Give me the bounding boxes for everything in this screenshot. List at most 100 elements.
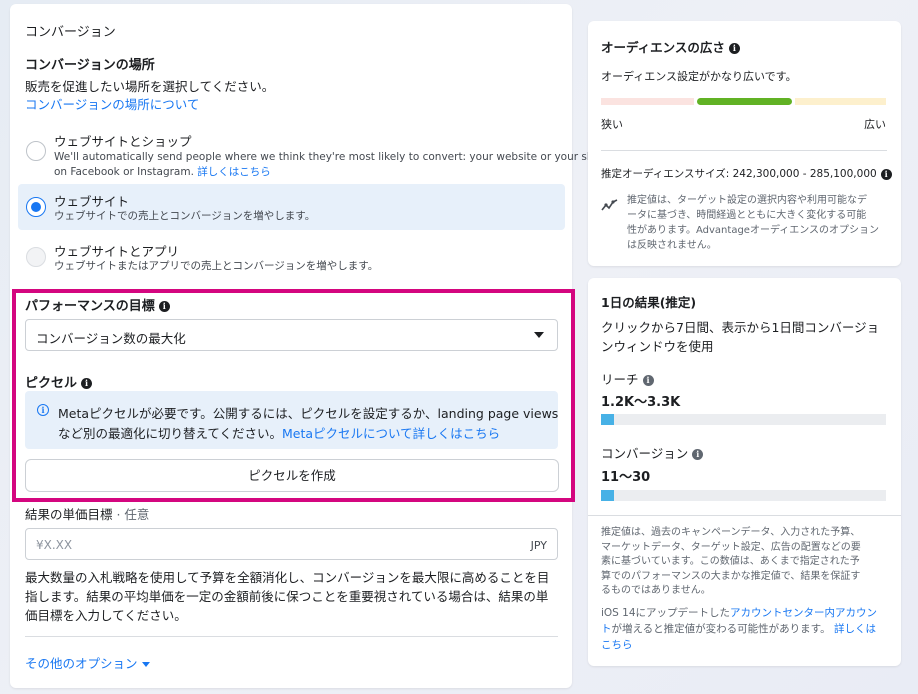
audience-status: オーディエンス設定がかなり広いです。 <box>601 70 797 83</box>
learn-more-link[interactable]: 詳しくはこちら <box>197 166 271 178</box>
pixel-learn-more-link[interactable]: Metaピクセルについて詳しくはこちら <box>282 426 500 441</box>
conversions-label: コンバージョン <box>601 446 689 461</box>
conversion-panel: コンバージョン コンバージョンの場所 販売を促進したい場所を選択してください。 … <box>10 4 607 688</box>
note-line: 素に基づいています。この数値は、あくまで指定された予 <box>601 556 860 567</box>
option-title: ウェブサイトとショップ <box>54 134 192 149</box>
pixel-notice: i Metaピクセルが必要です。公開するには、ピクセルを設定するか、landin… <box>25 391 558 449</box>
reach-bar <box>601 414 886 425</box>
account-center-link[interactable]: アカウントセンター内アカウン <box>730 607 877 619</box>
gauge-broad-label: 広い <box>864 118 886 131</box>
more-options-toggle[interactable]: その他のオプション <box>25 653 150 672</box>
info-icon[interactable]: i <box>642 375 654 386</box>
option-title: ウェブサイト <box>54 194 130 209</box>
ios-note: iOS 14にアップデートしたアカウントセンター内アカウン トが増えると推定値が… <box>601 605 877 653</box>
gauge-narrow-label: 狭い <box>601 118 623 131</box>
info-circle-icon: i <box>37 404 49 416</box>
info-icon[interactable]: i <box>158 301 170 312</box>
performance-goal-heading: パフォーマンスの目標 i <box>25 295 170 314</box>
reach-heading: リーチ i <box>601 369 654 388</box>
performance-goal-label: パフォーマンスの目標 <box>25 299 155 314</box>
ios-line-2: トが増えると推定値が変わる可能性があります。 詳しくは <box>601 621 877 637</box>
ios-line-1: iOS 14にアップデートしたアカウントセンター内アカウン <box>601 605 877 621</box>
conversions-heading: コンバージョン i <box>601 443 704 462</box>
cost-goal-help-2: 指します。結果の平均単価を一定の金額前後に保つことを重要視されている場合は、結果… <box>25 589 549 604</box>
notice-text: Metaピクセルが必要です。公開するには、ピクセルを設定するか、landing … <box>58 406 559 421</box>
cost-goal-help-3: 価目標を入力してください。 <box>25 608 187 623</box>
option-website-and-shop[interactable]: ウェブサイトとショップ We'll automatically send peo… <box>18 124 607 182</box>
option-radio-disabled <box>26 247 46 267</box>
learn-more-link[interactable]: 詳しくは <box>834 623 876 635</box>
option-radio[interactable] <box>26 141 46 161</box>
conversion-window-line: ンウィンドウを使用 <box>601 339 714 354</box>
ios-line-3: こちら <box>601 637 877 653</box>
estimated-size: 推定オーディエンスサイズ: 242,300,000 - 285,100,000 <box>601 168 877 180</box>
performance-goal-value: コンバージョン数の最大化 <box>36 331 186 346</box>
account-center-link-cont[interactable]: ト <box>601 623 612 635</box>
note-line: るものではありません。 <box>601 585 711 596</box>
notice-text-2: など別の最適化に切り替えてください。 <box>58 426 283 441</box>
note-line: マーケットデータ、ターゲット設定、広告の配置などの要 <box>601 541 861 553</box>
cost-goal-input[interactable]: ¥X.XX JPY <box>25 528 558 560</box>
option-description: ウェブサイトまたはアプリでの売上とコンバージョンを増やします。 <box>54 260 379 272</box>
caret-down-icon <box>141 662 150 667</box>
option-description-text: on Facebook or Instagram. <box>54 166 194 178</box>
notice-text-cont: など別の最適化に切り替えてください。Metaピクセルについて詳しくはこちら <box>58 423 500 442</box>
learn-more-link-cont[interactable]: こちら <box>601 639 633 651</box>
audience-title: オーディエンスの広さ <box>601 40 725 55</box>
option-radio-selected[interactable] <box>26 197 46 217</box>
create-pixel-button[interactable]: ピクセルを作成 <box>25 459 559 492</box>
location-help-link[interactable]: コンバージョンの場所について <box>25 94 199 113</box>
conversions-bar-fill <box>601 490 614 501</box>
reach-label: リーチ <box>601 372 639 387</box>
caret-down-icon <box>534 332 544 338</box>
gauge-broad-segment <box>795 98 886 105</box>
estimate-note: 推定値は、過去のキャンペーンデータ、入力された予算、 マーケットデータ、ターゲッ… <box>601 526 861 599</box>
option-website-and-app: ウェブサイトとアプリ ウェブサイトまたはアプリでの売上とコンバージョンを増やしま… <box>18 235 565 281</box>
daily-results-panel: 1日の結果(推定) クリックから7日間、表示から1日間コンバージョ ンウィンドウ… <box>588 278 901 666</box>
info-icon[interactable]: i <box>81 378 93 389</box>
conversion-window-line: クリックから7日間、表示から1日間コンバージョ <box>601 320 880 335</box>
section-title: コンバージョン <box>25 25 116 40</box>
disclaimer-line: 性があります。Advantageオーディエンスのオプション <box>627 225 880 236</box>
audience-panel: オーディエンスの広さ i オーディエンス設定がかなり広いです。 狭い 広い 推定オ… <box>588 21 901 266</box>
trend-icon <box>601 199 618 211</box>
currency-label: JPY <box>530 539 547 552</box>
divider <box>588 515 901 516</box>
option-title: ウェブサイトとアプリ <box>54 244 180 259</box>
radio-dot <box>31 202 41 212</box>
performance-goal-select[interactable]: コンバージョン数の最大化 <box>25 319 558 351</box>
note-line: 推定値は、過去のキャンペーンデータ、入力された予算、 <box>601 527 861 538</box>
daily-results-title: 1日の結果(推定) <box>601 295 697 310</box>
conversions-bar <box>601 490 886 501</box>
location-heading: コンバージョンの場所 <box>25 58 155 73</box>
gauge-ideal-segment <box>697 98 792 105</box>
info-icon[interactable]: i <box>880 168 892 180</box>
cost-goal-help-1: 最大数量の入札戦略を使用して予算を全額消化し、コンバージョンを最大限に高めること… <box>25 570 550 585</box>
cost-goal-heading: 結果の単価目標 · 任意 <box>25 504 149 523</box>
more-options-label: その他のオプション <box>25 656 138 671</box>
disclaimer-line: は反映されません。 <box>627 240 717 251</box>
conversions-value: 11〜30 <box>601 470 651 485</box>
info-icon[interactable]: i <box>692 449 704 460</box>
note-line: 算でのパフォーマンスの大まかな推定値で、結果を保証す <box>601 570 861 582</box>
divider <box>601 150 887 151</box>
info-icon[interactable]: i <box>728 43 740 54</box>
cost-goal-label: 結果の単価目標 <box>25 507 113 522</box>
audience-heading: オーディエンスの広さ i <box>601 37 740 56</box>
ios-text-2: が増えると推定値が変わる可能性があります。 <box>611 623 831 635</box>
option-description: We'll automatically send people where we… <box>54 151 607 163</box>
divider <box>25 636 558 637</box>
audience-disclaimer: 推定値は、ターゲット設定の選択内容や利用可能なデ ータに基づき、時間経過とともに… <box>627 193 879 253</box>
option-description: ウェブサイトでの売上とコンバージョンを増やします。 <box>54 210 316 222</box>
reach-value: 1.2K〜3.3K <box>601 395 681 410</box>
cost-goal-placeholder: ¥X.XX <box>36 538 73 552</box>
gauge-narrow-segment <box>601 98 694 105</box>
pixel-label: ピクセル <box>25 376 78 391</box>
pixel-heading: ピクセル i <box>25 372 93 391</box>
optional-tag: · 任意 <box>112 507 150 522</box>
reach-bar-fill <box>601 414 614 425</box>
option-description-cont: on Facebook or Instagram. 詳しくはこちら <box>54 165 271 179</box>
option-website[interactable]: ウェブサイト ウェブサイトでの売上とコンバージョンを増やします。 <box>18 184 565 230</box>
disclaimer-line: 推定値は、ターゲット設定の選択内容や利用可能なデ <box>627 195 867 206</box>
conversion-window: クリックから7日間、表示から1日間コンバージョ ンウィンドウを使用 <box>601 318 879 356</box>
